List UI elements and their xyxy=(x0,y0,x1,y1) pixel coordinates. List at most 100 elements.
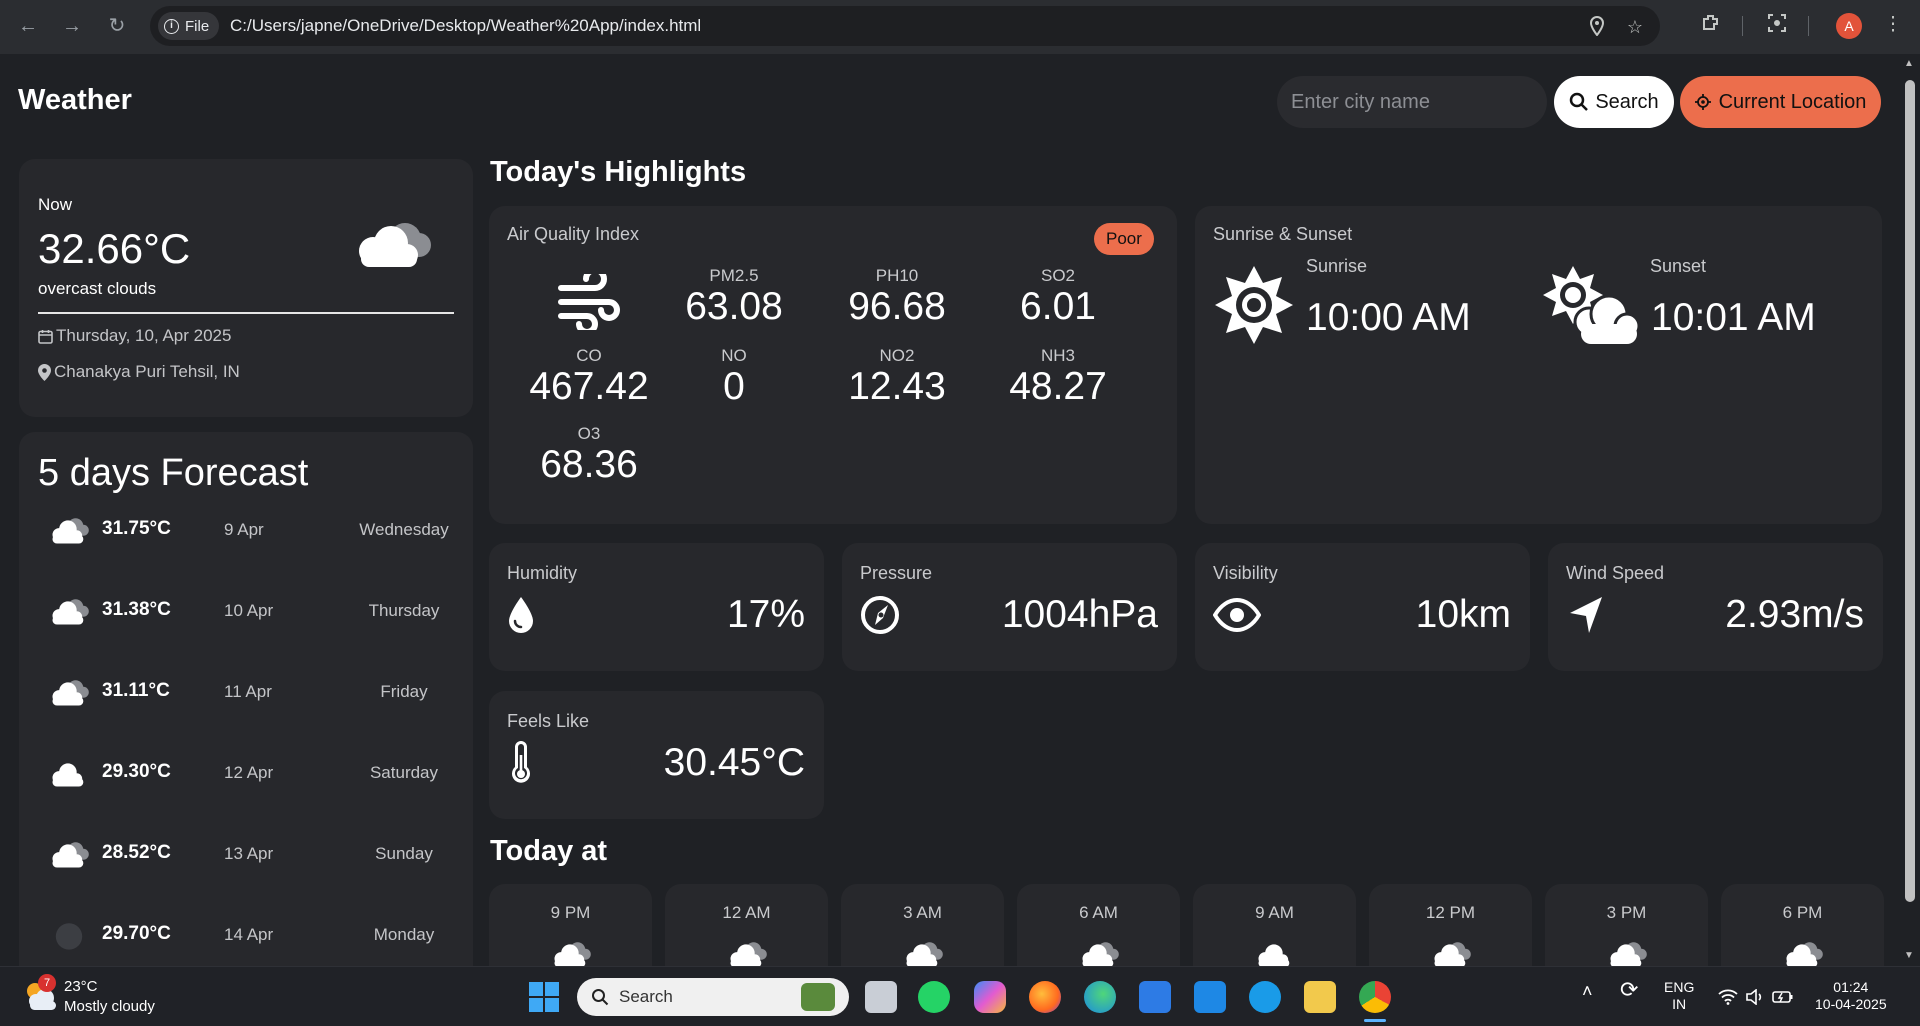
visibility-value: 10km xyxy=(1415,593,1511,636)
feels-like-card: Feels Like 30.45°C xyxy=(489,691,824,819)
search-button-label: Search xyxy=(1595,90,1659,113)
scroll-thumb[interactable] xyxy=(1905,80,1915,902)
compass-icon xyxy=(861,596,899,634)
widget-description[interactable]: Mostly cloudy xyxy=(64,998,155,1015)
air-quality-card: Air Quality Index Poor PM2.5 63.08 PH10 96.… xyxy=(489,206,1177,524)
edge-icon[interactable] xyxy=(1084,981,1116,1013)
toolbar-divider xyxy=(1742,16,1743,36)
volume-icon[interactable] xyxy=(1746,989,1764,1005)
forecast-row: 28.52°C 13 Apr Sunday xyxy=(19,834,473,874)
battery-icon[interactable] xyxy=(1772,989,1794,1005)
aqi-metric-name: NO2 xyxy=(879,346,915,365)
page-scrollbar[interactable]: ▲ ▼ xyxy=(1900,54,1920,966)
hourly-card: 6 PM xyxy=(1721,884,1884,966)
broken-clouds-icon xyxy=(1082,942,1119,966)
taskbar-search-label: Search xyxy=(619,987,673,1006)
file-explorer-icon[interactable] xyxy=(1304,981,1336,1013)
city-search-input[interactable] xyxy=(1277,76,1547,128)
tray-overflow-icon[interactable]: ˄ xyxy=(1582,982,1593,1000)
aqi-metric-name: NH3 xyxy=(1040,346,1075,365)
aqi-status-badge: Poor xyxy=(1094,223,1154,255)
site-info-chip[interactable]: i File xyxy=(158,12,220,40)
aqi-metric: PH10 96.68 xyxy=(817,266,977,329)
sync-icon[interactable]: ⟳ xyxy=(1620,979,1638,1001)
forecast-row: 29.70°C 14 Apr Monday xyxy=(19,915,473,955)
broken-clouds-icon xyxy=(1610,942,1647,966)
forward-icon[interactable]: → xyxy=(58,12,86,40)
file-chip-label: File xyxy=(185,17,210,35)
get-help-icon[interactable] xyxy=(1249,981,1281,1013)
widget-temperature[interactable]: 23°C xyxy=(64,978,98,995)
search-icon xyxy=(1570,92,1589,111)
windows-start-icon[interactable] xyxy=(528,981,560,1013)
location-pin-icon[interactable] xyxy=(1586,15,1608,38)
aqi-metric-name: NO xyxy=(721,346,747,365)
screenshot-icon[interactable] xyxy=(1764,12,1790,38)
forecast-day: Sunday xyxy=(375,844,433,863)
divider xyxy=(38,312,454,314)
humidity-label: Humidity xyxy=(507,563,578,583)
sunrise-sunset-card: Sunrise & Sunset Sunrise 10:00 AM Sunset… xyxy=(1195,206,1882,524)
microsoft-store-icon[interactable] xyxy=(1139,981,1171,1013)
current-weather-card: Now 32.66°C overcast clouds Thursday, 10… xyxy=(19,159,473,417)
firefox-icon[interactable] xyxy=(1029,981,1061,1013)
hourly-time: 3 PM xyxy=(1606,903,1647,922)
reload-icon[interactable]: ↻ xyxy=(103,12,131,40)
hourly-time: 3 AM xyxy=(903,903,942,922)
search-icon xyxy=(592,989,609,1006)
myhp-icon[interactable] xyxy=(1194,981,1226,1013)
broken-clouds-icon xyxy=(730,942,767,966)
scroll-down-icon[interactable]: ▼ xyxy=(1904,950,1914,961)
task-view-icon[interactable] xyxy=(865,981,897,1013)
profile-avatar[interactable]: A xyxy=(1836,13,1862,39)
scroll-up-icon[interactable]: ▲ xyxy=(1904,58,1914,69)
forecast-card: 5 days Forecast 31.75°C 9 Apr Wednesday 31.… xyxy=(19,432,473,966)
aqi-metric-name: SO2 xyxy=(1040,266,1076,285)
chrome-icon[interactable] xyxy=(1359,981,1391,1013)
visibility-card: Visibility 10km xyxy=(1195,543,1530,671)
url-text[interactable]: C:/Users/japne/OneDrive/Desktop/Weather%… xyxy=(230,6,701,46)
aqi-metric-name: CO xyxy=(576,346,602,365)
broken-clouds-icon xyxy=(1786,942,1823,966)
crosshair-icon xyxy=(1694,94,1711,110)
current-location-label: Current Location xyxy=(1718,90,1867,113)
wifi-icon[interactable] xyxy=(1718,989,1738,1005)
forecast-date: 14 Apr xyxy=(224,925,274,944)
menu-kebab-icon[interactable]: ⋮ xyxy=(1880,12,1906,38)
aqi-metric-name: PH10 xyxy=(875,266,919,285)
forecast-date: 10 Apr xyxy=(224,601,274,620)
forecast-temperature: 31.38°C xyxy=(102,599,171,620)
hourly-time: 6 AM xyxy=(1079,903,1118,922)
hourly-card: 9 AM xyxy=(1193,884,1356,966)
today-at-title: Today at xyxy=(490,835,608,867)
hourly-card: 3 AM xyxy=(841,884,1004,966)
bookmark-star-icon[interactable]: ☆ xyxy=(1624,16,1646,38)
forecast-temperature: 31.11°C xyxy=(102,680,170,701)
taskbar-search[interactable]: Search xyxy=(577,978,849,1016)
forecast-row: 31.75°C 9 Apr Wednesday xyxy=(19,510,473,550)
calendar-icon xyxy=(38,329,53,344)
browser-toolbar: ← → ↻ i File C:/Users/japne/OneDrive/Des… xyxy=(0,0,1920,54)
extensions-icon[interactable] xyxy=(1698,12,1724,38)
broken-clouds-icon xyxy=(554,942,591,966)
hourly-card: 12 PM xyxy=(1369,884,1532,966)
system-clock[interactable]: 01:24 10-04-2025 xyxy=(1815,979,1887,1013)
address-bar[interactable]: i File C:/Users/japne/OneDrive/Desktop/W… xyxy=(150,6,1660,46)
language-indicator[interactable]: ENG IN xyxy=(1664,979,1694,1013)
forecast-day: Thursday xyxy=(368,601,440,620)
back-icon[interactable]: ← xyxy=(14,12,42,40)
current-location-button[interactable]: Current Location xyxy=(1680,76,1881,128)
aqi-metric: PM2.5 63.08 xyxy=(654,266,814,329)
whatsapp-icon[interactable] xyxy=(918,981,950,1013)
copilot-icon[interactable] xyxy=(974,981,1006,1013)
humidity-card: Humidity 17% xyxy=(489,543,824,671)
forecast-day: Monday xyxy=(373,925,435,944)
aqi-metric-value: 68.36 xyxy=(540,443,638,486)
current-date: Thursday, 10, Apr 2025 xyxy=(56,326,232,345)
search-button[interactable]: Search xyxy=(1554,76,1674,128)
thermometer-icon xyxy=(512,741,530,783)
cloud-icon xyxy=(1258,944,1290,966)
overcast-clouds-icon xyxy=(359,223,431,267)
feels-like-value: 30.45°C xyxy=(663,741,805,784)
broken-clouds-icon xyxy=(52,680,89,706)
